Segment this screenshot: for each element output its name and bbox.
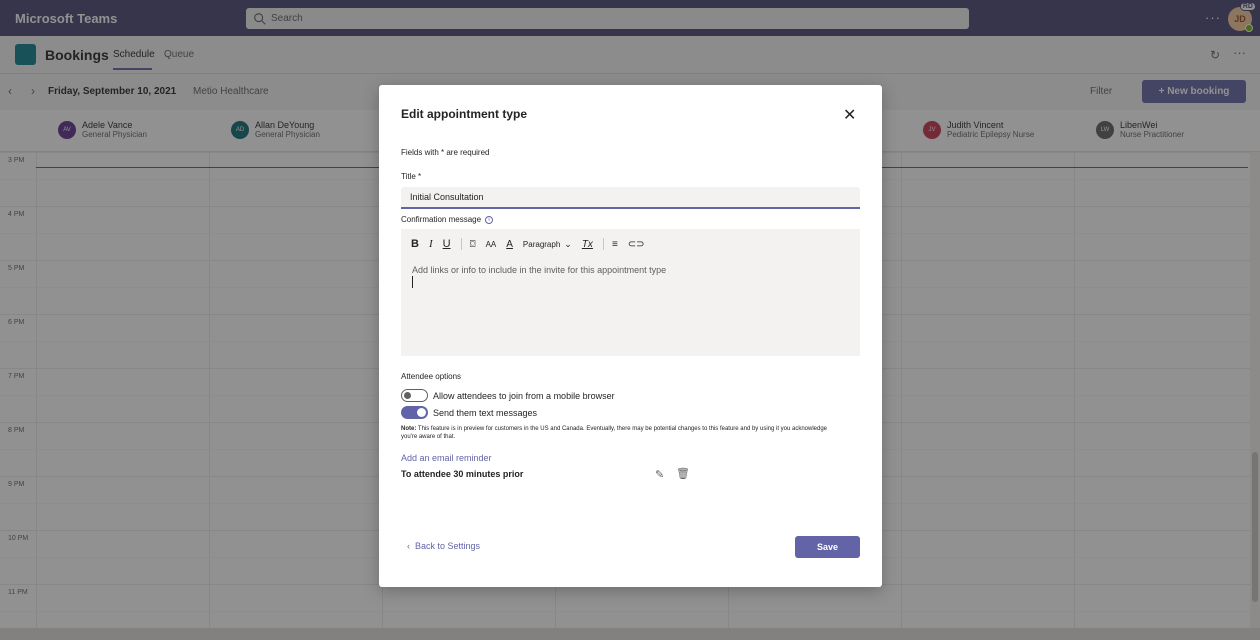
mobile-browser-toggle-label: Allow attendees to join from a mobile br… [433, 391, 615, 401]
reminder-item: To attendee 30 minutes prior [401, 469, 524, 479]
rich-text-toolbar: B I U ⌼ AA A Paragraph ⌄ Tx ≡ ⊂⊃ [411, 238, 655, 250]
note-text: This feature is in preview for customers… [401, 426, 828, 440]
confirmation-message-editor[interactable]: B I U ⌼ AA A Paragraph ⌄ Tx ≡ ⊂⊃ Add lin… [401, 229, 860, 356]
link-icon[interactable]: ⊂⊃ [628, 239, 645, 250]
title-label: Title * [401, 172, 422, 181]
back-label: Back to Settings [415, 541, 481, 551]
add-email-reminder-link[interactable]: Add an email reminder [401, 453, 492, 463]
text-messages-toggle-label: Send them text messages [433, 408, 538, 418]
mobile-browser-toggle[interactable] [401, 389, 428, 402]
bold-icon[interactable]: B [411, 238, 419, 250]
note-label: Note: [401, 426, 417, 432]
text-caret [412, 276, 413, 288]
edit-pencil-icon[interactable]: ✎ [655, 468, 664, 481]
required-fields-note: Fields with * are required [401, 148, 490, 157]
back-to-settings-link[interactable]: ‹ Back to Settings [407, 541, 480, 551]
confirmation-label: Confirmation message i [401, 215, 494, 224]
attendee-options-label: Attendee options [401, 372, 462, 381]
confirmation-label-text: Confirmation message [401, 215, 482, 224]
text-messages-toggle[interactable] [401, 406, 428, 419]
info-icon[interactable]: i [485, 215, 494, 224]
trash-icon[interactable]: 🗑 [676, 467, 690, 480]
clear-format-icon[interactable]: Tx [582, 239, 593, 250]
font-size-icon[interactable]: AA [486, 240, 497, 249]
highlight-icon[interactable]: ⌼ [470, 239, 476, 250]
italic-icon[interactable]: I [429, 238, 433, 250]
close-icon[interactable]: ✕ [843, 105, 856, 125]
chevron-down-icon[interactable]: ⌄ [564, 239, 572, 250]
dialog-title: Edit appointment type [401, 107, 527, 121]
editor-placeholder: Add links or info to include in the invi… [412, 265, 667, 275]
underline-icon[interactable]: U [443, 238, 451, 250]
font-color-icon[interactable]: A [506, 239, 513, 250]
title-input[interactable] [401, 187, 860, 209]
save-button[interactable]: Save [795, 536, 860, 558]
toolbar-separator [460, 238, 462, 250]
align-icon[interactable]: ≡ [612, 239, 618, 250]
toggle-knob [404, 392, 411, 399]
preview-note: Note: This feature is in preview for cus… [401, 426, 841, 441]
paragraph-dropdown[interactable]: Paragraph [523, 240, 560, 249]
toolbar-separator [602, 238, 604, 250]
edit-appointment-dialog: Edit appointment type ✕ Fields with * ar… [379, 85, 882, 587]
toggle-knob [417, 408, 426, 417]
